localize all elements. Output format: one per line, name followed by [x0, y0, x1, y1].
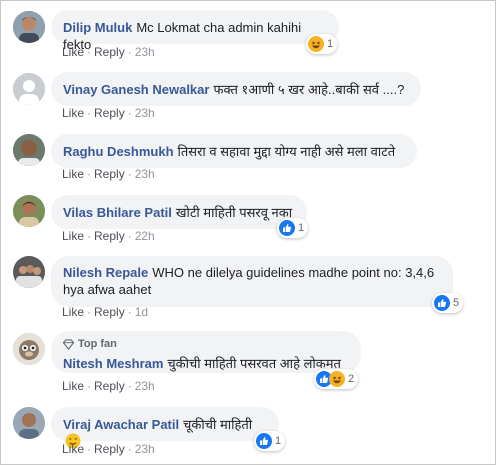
comment-timestamp[interactable]: 23h — [135, 379, 155, 393]
diamond-icon — [63, 339, 74, 350]
reply-link[interactable]: Reply — [94, 106, 125, 120]
like-link[interactable]: Like — [62, 106, 84, 120]
haha-icon — [329, 371, 345, 387]
reaction-summary[interactable]: 2 — [314, 369, 359, 389]
comment-bubble: Nilesh Repale WHO ne dilelya guidelines m… — [51, 256, 453, 307]
reply-link[interactable]: Reply — [94, 379, 125, 393]
comment-bubble: Top fan Nitesh Meshram चुकीची माहिती पसरव… — [51, 331, 361, 373]
like-link[interactable]: Like — [62, 45, 84, 59]
comment-timestamp[interactable]: 23h — [135, 106, 155, 120]
reaction-count: 1 — [298, 222, 305, 234]
avatar[interactable] — [13, 333, 45, 365]
like-icon — [256, 433, 272, 449]
comment-bubble: Viraj Awachar Patil चूकीची माहिती — [51, 407, 279, 449]
comment-timestamp[interactable]: 1d — [135, 305, 148, 319]
comment-text: तिसरा व सहावा मुद्दा योग्य नाही असे मला … — [177, 144, 396, 159]
comment-author[interactable]: Vilas Bhilare Patil — [63, 205, 172, 220]
comment-timestamp[interactable]: 23h — [135, 442, 155, 456]
avatar[interactable] — [13, 256, 45, 288]
comment-actions: Like · Reply · 23h — [62, 379, 155, 393]
comment-timestamp[interactable]: 23h — [135, 167, 155, 181]
comment-text: चूकीची माहिती — [183, 417, 253, 432]
reply-link[interactable]: Reply — [94, 167, 125, 181]
comment-bubble: Vilas Bhilare Patil खोटी माहिती पसरवू नका — [51, 195, 307, 229]
reply-link[interactable]: Reply — [94, 442, 125, 456]
like-link[interactable]: Like — [62, 167, 84, 181]
comment-actions: Like · Reply · 1d — [62, 305, 149, 319]
comment-text: खोटी माहिती पसरवू नका — [175, 205, 293, 220]
comment-timestamp[interactable]: 22h — [135, 229, 155, 243]
reaction-summary[interactable]: 1 — [306, 34, 338, 54]
comment-text: चुकीची माहिती पसरवत आहे लोकमत — [167, 356, 341, 371]
like-link[interactable]: Like — [62, 442, 84, 456]
reaction-summary[interactable]: 1 — [254, 431, 286, 451]
avatar[interactable] — [13, 73, 45, 105]
avatar[interactable] — [13, 407, 45, 439]
comment-author[interactable]: Viraj Awachar Patil — [63, 417, 179, 432]
top-fan-badge: Top fan — [63, 336, 349, 353]
reply-link[interactable]: Reply — [94, 229, 125, 243]
comment-actions: Like · Reply · 23h — [62, 106, 155, 120]
comment-author[interactable]: Dilip Muluk — [63, 20, 132, 35]
reaction-count: 2 — [348, 373, 355, 385]
top-fan-label: Top fan — [78, 338, 117, 350]
avatar[interactable] — [13, 134, 45, 166]
reaction-count: 5 — [453, 297, 460, 309]
comment-bubble: Raghu Deshmukh तिसरा व सहावा मुद्दा योग्य… — [51, 134, 417, 168]
like-link[interactable]: Like — [62, 305, 84, 319]
comment-text: फक्त १आणी ५ खर आहे..बाकी सर्व ....? — [213, 82, 405, 97]
comment-actions: Like · Reply · 23h — [62, 442, 155, 456]
comment-bubble: Dilip Muluk Mc Lokmat cha admin kahihi fe… — [51, 10, 339, 52]
reaction-summary[interactable]: 5 — [432, 293, 464, 313]
comment-author[interactable]: Nilesh Repale — [63, 265, 148, 280]
reply-link[interactable]: Reply — [94, 45, 125, 59]
comment-author[interactable]: Nitesh Meshram — [63, 356, 163, 371]
reaction-count: 1 — [275, 435, 282, 447]
avatar[interactable] — [13, 11, 45, 43]
comment-bubble: Vinay Ganesh Newalkar फक्त १आणी ५ खर आहे.… — [51, 72, 421, 106]
comments-panel: Dilip Muluk Mc Lokmat cha admin kahihi fe… — [0, 0, 496, 465]
comment-actions: Like · Reply · 23h — [62, 45, 155, 59]
comment-author[interactable]: Raghu Deshmukh — [63, 144, 174, 159]
reply-link[interactable]: Reply — [94, 305, 125, 319]
reaction-summary[interactable]: 1 — [277, 218, 309, 238]
like-link[interactable]: Like — [62, 229, 84, 243]
like-icon — [434, 295, 450, 311]
like-icon — [279, 220, 295, 236]
haha-icon — [308, 36, 324, 52]
like-link[interactable]: Like — [62, 379, 84, 393]
comment-timestamp[interactable]: 23h — [135, 45, 155, 59]
avatar[interactable] — [13, 195, 45, 227]
comment-actions: Like · Reply · 22h — [62, 229, 155, 243]
comment-actions: Like · Reply · 23h — [62, 167, 155, 181]
comment-author[interactable]: Vinay Ganesh Newalkar — [63, 82, 209, 97]
reaction-count: 1 — [327, 38, 334, 50]
